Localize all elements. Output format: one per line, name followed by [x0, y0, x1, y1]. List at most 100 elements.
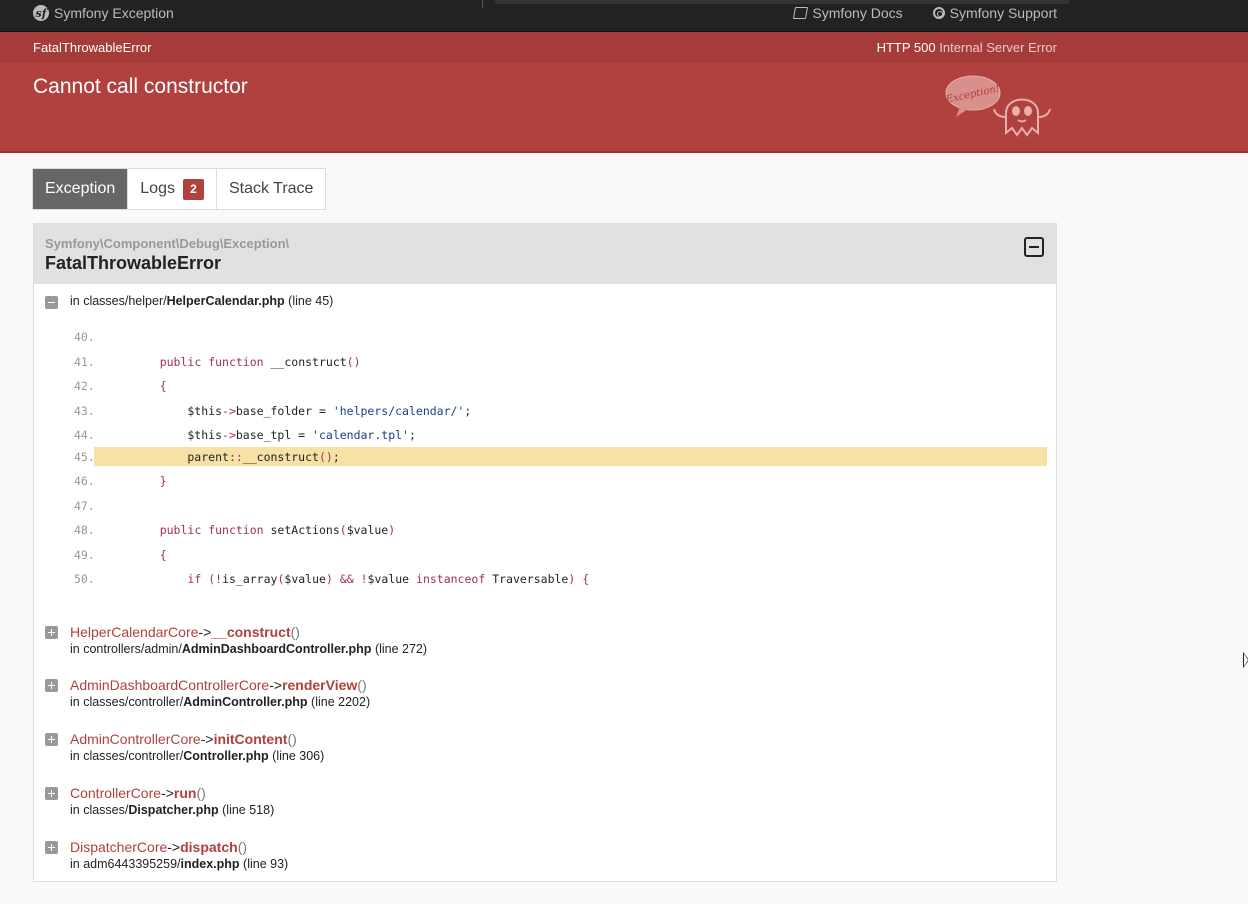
top-bar: sf Symfony Exception Symfony Docs Symfon…: [0, 0, 1248, 32]
trace-call: HelperCalendarCore->__construct(): [70, 624, 300, 640]
line-number: 40.: [74, 330, 95, 344]
trace-function: run: [173, 785, 197, 801]
trace-item: AdminDashboardControllerCore->renderView…: [34, 677, 1056, 717]
trace-item: DispatcherCore->dispatch() in adm64433952…: [34, 839, 1056, 879]
trace-location: in controllers/admin/AdminDashboardContr…: [70, 642, 427, 656]
trace-args: (): [237, 839, 248, 855]
trace-class[interactable]: HelperCalendarCore: [70, 624, 198, 640]
line-number: 42.: [74, 379, 95, 393]
code-line: 40.: [34, 328, 1056, 346]
trace-line: (line 272): [374, 642, 428, 656]
exception-message: Cannot call constructor: [33, 75, 248, 98]
exception-panel-header: Symfony\Component\Debug\Exception\ Fatal…: [34, 224, 1056, 284]
trace-file: AdminDashboardController.php: [181, 642, 372, 656]
trace-location: in classes/controller/AdminController.ph…: [70, 695, 370, 709]
trace-function: dispatch: [180, 839, 238, 855]
brand-label: Symfony Exception: [54, 5, 174, 21]
code-line: 42. {: [34, 377, 1056, 395]
exception-panel: Symfony\Component\Debug\Exception\ Fatal…: [33, 223, 1057, 882]
trace-class[interactable]: AdminControllerCore: [70, 731, 201, 747]
tab-bar: Exception Logs 2 Stack Trace: [32, 168, 327, 210]
expand-plus-icon[interactable]: [45, 626, 58, 639]
trace-class[interactable]: ControllerCore: [70, 785, 161, 801]
exception-name: FatalThrowableError: [45, 253, 222, 273]
lifebuoy-icon: [932, 7, 945, 19]
location-prefix: in classes/helper/: [70, 294, 167, 308]
exception-namespace: Symfony\Component\Debug\Exception\: [45, 236, 290, 251]
code-line: 43. $this->base_folder = 'helpers/calend…: [34, 402, 1056, 420]
trace-call: AdminControllerCore->initContent(): [70, 731, 297, 747]
trace-location: in classes/controller/Controller.php (li…: [70, 749, 324, 763]
line-source: public function __construct(): [159, 354, 361, 369]
trace-args: (): [287, 731, 297, 747]
line-source: {: [159, 379, 167, 393]
expand-plus-icon[interactable]: [45, 733, 58, 746]
trace-call: DispatcherCore->dispatch(): [70, 839, 247, 855]
line-source: }: [159, 474, 167, 488]
trace-path: in classes/controller/: [70, 749, 184, 763]
trace-arrow: ->: [269, 677, 283, 693]
trace-file: index.php: [180, 857, 240, 871]
trace-file: Dispatcher.php: [128, 803, 219, 817]
line-number: 49.: [74, 548, 95, 562]
expand-plus-icon[interactable]: [45, 787, 58, 800]
tab-exception-label: Exception: [45, 180, 116, 197]
trace-line: (line 93): [243, 857, 289, 871]
trace-location: in classes/Dispatcher.php (line 518): [70, 803, 274, 817]
support-link-label: Symfony Support: [949, 5, 1057, 21]
trace-location: in adm6443395259/index.php (line 93): [70, 857, 288, 871]
minus-icon[interactable]: [45, 296, 58, 309]
line-source: parent::__construct();: [132, 450, 340, 464]
logs-count-badge: 2: [182, 178, 204, 200]
book-icon: [793, 7, 809, 19]
support-link[interactable]: Symfony Support: [932, 5, 1057, 21]
http-status: HTTP 500 Internal Server Error: [877, 40, 1057, 55]
line-number: 41.: [74, 354, 95, 369]
expand-plus-icon[interactable]: [45, 841, 58, 854]
trace-path: in classes/: [70, 803, 129, 817]
trace-call: AdminDashboardControllerCore->renderView…: [70, 677, 367, 693]
trace-function: __construct: [211, 624, 291, 640]
exception-subheader: FatalThrowableError HTTP 500 Internal Se…: [0, 32, 1248, 63]
code-line: 48. public function setActions($value): [34, 521, 1056, 539]
trace-args: (): [290, 624, 300, 640]
status-code: HTTP 500: [876, 40, 936, 55]
line-source: if (!is_array($value) && !$value instanc…: [187, 572, 590, 586]
trace-file: AdminController.php: [183, 695, 308, 709]
brand-link[interactable]: sf Symfony Exception: [33, 5, 174, 21]
trace-function: initContent: [213, 731, 288, 747]
line-source: {: [159, 548, 167, 562]
code-line: 49. {: [34, 546, 1056, 564]
trace-item: ControllerCore->run() in classes/Dispatch…: [34, 785, 1056, 825]
trace-function: renderView: [282, 677, 358, 693]
trace-path: in controllers/admin/: [70, 642, 182, 656]
top-separator: [482, 0, 483, 8]
location-file: HelperCalendar.php: [166, 294, 285, 308]
line-source: public function setActions($value): [159, 523, 396, 537]
trace-class[interactable]: DispatcherCore: [70, 839, 167, 855]
tab-stack-trace[interactable]: Stack Trace: [217, 169, 325, 209]
code-line: 46. }: [34, 472, 1056, 490]
tab-exception[interactable]: Exception: [33, 169, 129, 209]
collapse-all-button[interactable]: [1024, 237, 1044, 257]
trace-arrow: ->: [198, 624, 212, 640]
trace-file: Controller.php: [183, 749, 269, 763]
trace-arrow: ->: [167, 839, 181, 855]
line-number: 47.: [74, 499, 95, 513]
mouse-cursor-icon: [1243, 652, 1248, 668]
trace-class[interactable]: AdminDashboardControllerCore: [70, 677, 269, 693]
code-line: 41. public function __construct(): [34, 353, 1056, 371]
docs-link[interactable]: Symfony Docs: [793, 5, 903, 21]
search-bar-edge: [494, 0, 1070, 4]
exception-ghost-icon: Exception!: [944, 73, 1060, 143]
location-line: (line 45): [288, 294, 334, 308]
code-line-highlighted: 45. parent::__construct();: [34, 447, 1056, 466]
trace-item: HelperCalendarCore->__construct()in cont…: [34, 624, 1056, 664]
exception-class-label: FatalThrowableError: [33, 40, 152, 55]
exception-location: in classes/helper/HelperCalendar.php (li…: [70, 294, 333, 308]
line-source: $this->base_tpl = 'calendar.tpl';: [132, 427, 416, 442]
expand-plus-icon[interactable]: [45, 679, 58, 692]
trace-line: (line 2202): [311, 695, 371, 709]
tab-logs[interactable]: Logs 2: [128, 169, 217, 209]
trace-path: in classes/controller/: [70, 695, 184, 709]
